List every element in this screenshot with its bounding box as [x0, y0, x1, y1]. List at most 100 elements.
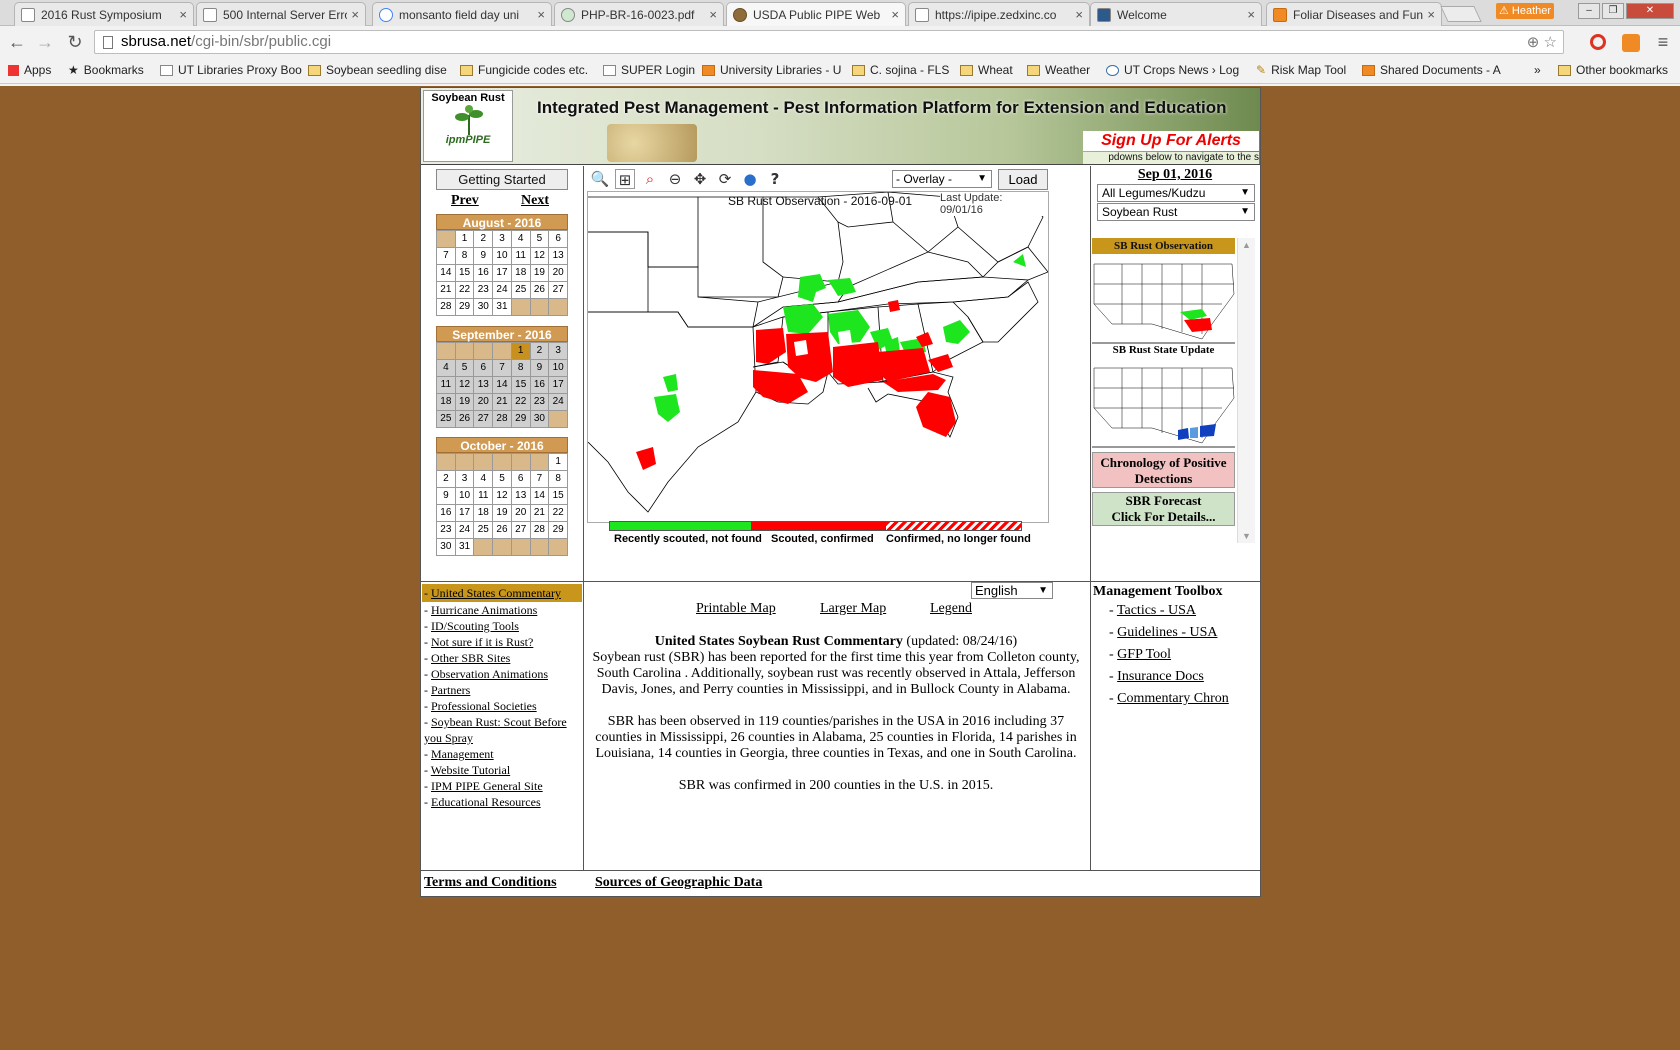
bookmark-apps[interactable]: Apps — [8, 63, 51, 77]
tab-rust-symposium[interactable]: 2016 Rust Symposium × — [14, 2, 194, 26]
page-info-icon[interactable] — [103, 36, 113, 49]
calendar-day[interactable]: 3 — [455, 471, 474, 487]
user-profile-button[interactable]: ⚠ Heather — [1496, 3, 1554, 19]
calendar-day[interactable]: 20 — [549, 265, 567, 281]
sbr-forecast-button[interactable]: SBR Forecast Click For Details... — [1092, 492, 1235, 526]
close-icon[interactable]: × — [537, 7, 545, 22]
bookmark-c-sojina[interactable]: C. sojina - FLS — [852, 63, 949, 77]
calendar-day[interactable]: 1 — [549, 454, 567, 470]
calendar-day[interactable]: 24 — [549, 394, 567, 410]
load-button[interactable]: Load — [998, 169, 1048, 190]
tab-monsanto[interactable]: monsanto field day uni × — [372, 2, 552, 26]
scroll-down-icon[interactable]: ▼ — [1242, 531, 1251, 541]
tab-ipipe[interactable]: https://ipipe.zedxinc.co × — [908, 2, 1090, 26]
calendar-day[interactable]: 16 — [530, 377, 549, 393]
calendar-day[interactable]: 29 — [511, 411, 530, 427]
overlay-select[interactable]: - Overlay - ▼ — [892, 170, 992, 188]
pan-icon[interactable]: ✥ — [690, 169, 710, 189]
toolbox-tactics[interactable]: - Tactics - USA — [1093, 600, 1258, 622]
reload-icon[interactable]: ↻ — [64, 32, 86, 53]
calendar-day[interactable]: 24 — [493, 282, 511, 298]
address-bar[interactable]: sbrusa.net/cgi-bin/sbr/public.cgi ⊕ ☆ — [94, 30, 1564, 54]
terms-conditions-link[interactable]: Terms and Conditions — [424, 875, 557, 891]
calendar-day[interactable]: 20 — [511, 505, 530, 521]
calendar-day[interactable]: 19 — [530, 265, 549, 281]
nav-management[interactable]: - Management — [422, 746, 582, 762]
tab-usda-pipe[interactable]: USDA Public PIPE Web × — [726, 2, 906, 26]
language-select[interactable]: English ▼ — [971, 582, 1053, 599]
close-window-button[interactable]: ✕ — [1626, 3, 1674, 19]
nav-professional-societies[interactable]: - Professional Societies — [422, 698, 582, 714]
calendar-day[interactable]: 4 — [474, 471, 493, 487]
nav-united-states-commentary[interactable]: - United States Commentary — [422, 584, 582, 602]
nav-educational-resources[interactable]: - Educational Resources — [422, 794, 582, 810]
nav-website-tutorial[interactable]: - Website Tutorial — [422, 762, 582, 778]
bookmark-other-bookmarks[interactable]: Other bookmarks — [1558, 63, 1668, 77]
calendar-day[interactable]: 11 — [437, 377, 455, 393]
calendar-day[interactable]: 12 — [455, 377, 474, 393]
zoom-state-icon[interactable]: ⌕ — [640, 169, 660, 189]
calendar-day[interactable]: 18 — [511, 265, 530, 281]
calendar-day[interactable]: 17 — [493, 265, 511, 281]
calendar-day[interactable]: 13 — [474, 377, 493, 393]
calendar-day[interactable]: 19 — [455, 394, 474, 410]
menu-icon[interactable]: ≡ — [1652, 32, 1674, 53]
calendar-day[interactable]: 28 — [493, 411, 511, 427]
calendar-day[interactable]: 21 — [437, 282, 455, 298]
calendar-day[interactable]: 2 — [437, 471, 455, 487]
calendar-day[interactable]: 10 — [455, 488, 474, 504]
pest-select[interactable]: Soybean Rust ▼ — [1097, 203, 1255, 221]
calendar-day[interactable]: 5 — [530, 231, 549, 247]
calendar-day[interactable]: 30 — [437, 539, 455, 555]
bookmark-weather[interactable]: Weather — [1027, 63, 1090, 77]
bookmark-bookmarks[interactable]: ★ Bookmarks — [68, 63, 144, 77]
forward-arrow-icon[interactable]: → — [34, 32, 56, 53]
printable-map-link[interactable]: Printable Map — [696, 601, 776, 617]
tab-foliar-diseases[interactable]: Foliar Diseases and Fun × — [1266, 2, 1442, 26]
calendar-day[interactable]: 30 — [474, 299, 493, 315]
calendar-day[interactable]: 7 — [437, 248, 455, 264]
calendar-day[interactable]: 11 — [474, 488, 493, 504]
nav-scout-before-spray[interactable]: - Soybean Rust: Scout Before you Spray — [422, 714, 582, 746]
minimize-button[interactable]: – — [1578, 3, 1600, 19]
calendar-day[interactable]: 14 — [437, 265, 455, 281]
calendar-day[interactable]: 18 — [437, 394, 455, 410]
calendar-day[interactable]: 2 — [474, 231, 493, 247]
bookmark-university-libraries[interactable]: University Libraries - U — [702, 63, 841, 77]
calendar-day[interactable]: 16 — [474, 265, 493, 281]
calendar-day[interactable]: 27 — [549, 282, 567, 298]
calendar-day[interactable]: 25 — [437, 411, 455, 427]
calendar-day[interactable]: 20 — [474, 394, 493, 410]
close-icon[interactable]: × — [1075, 7, 1083, 22]
calendar-day[interactable]: 24 — [455, 522, 474, 538]
state-update-thumbnail[interactable] — [1092, 358, 1235, 448]
back-arrow-icon[interactable]: ← — [6, 32, 28, 53]
larger-map-link[interactable]: Larger Map — [820, 601, 886, 617]
calendar-day[interactable]: 15 — [511, 377, 530, 393]
calendar-day[interactable]: 12 — [493, 488, 511, 504]
calendar-day[interactable]: 27 — [511, 522, 530, 538]
close-icon[interactable]: × — [351, 7, 359, 22]
observation-thumbnail[interactable] — [1092, 254, 1235, 344]
nav-observation-animations[interactable]: - Observation Animations — [422, 666, 582, 682]
calendar-day[interactable]: 14 — [530, 488, 549, 504]
calendar-day[interactable]: 23 — [474, 282, 493, 298]
ipmpipe-logo[interactable]: Soybean Rust ipmPIPE — [423, 90, 513, 162]
close-icon[interactable]: × — [709, 7, 717, 22]
nav-partners[interactable]: - Partners — [422, 682, 582, 698]
calendar-day[interactable]: 13 — [549, 248, 567, 264]
calendar-day[interactable]: 5 — [493, 471, 511, 487]
calendar-day[interactable]: 25 — [511, 282, 530, 298]
calendar-day[interactable]: 28 — [530, 522, 549, 538]
calendar-day[interactable]: 21 — [530, 505, 549, 521]
calendar-day[interactable]: 15 — [549, 488, 567, 504]
sign-up-alerts-link[interactable]: Sign Up For Alerts — [1083, 131, 1259, 151]
calendar-day[interactable]: 28 — [437, 299, 455, 315]
nav-not-sure-rust[interactable]: - Not sure if it is Rust? — [422, 634, 582, 650]
calendar-day[interactable]: 23 — [437, 522, 455, 538]
globe-icon[interactable]: ● — [740, 169, 760, 189]
calendar-day[interactable]: 31 — [455, 539, 474, 555]
calendar-day[interactable]: 2 — [530, 343, 549, 359]
toolbox-gfp-tool[interactable]: - GFP Tool — [1093, 644, 1258, 666]
bookmark-shared-documents[interactable]: Shared Documents - A — [1362, 63, 1501, 77]
